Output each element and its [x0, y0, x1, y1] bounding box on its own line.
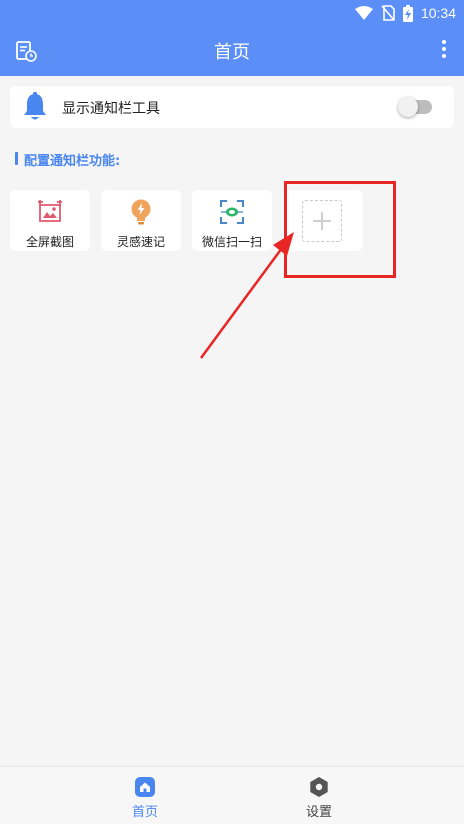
tile-fullscreen-screenshot[interactable]: 全屏截图 [10, 190, 90, 251]
more-vertical-icon[interactable] [440, 40, 448, 62]
tile-label: 微信扫一扫 [201, 235, 262, 249]
notification-toggle-row[interactable]: 显示通知栏工具 [10, 86, 454, 128]
settings-hex-icon [310, 777, 328, 797]
no-sim-icon [381, 5, 395, 21]
plus-icon [302, 200, 342, 242]
screen: 10:34 首页 显示通知栏工具 配置通知栏功能: 全屏截图 灵感速记 微信扫一… [0, 0, 464, 824]
tile-inspiration-note[interactable]: 灵感速记 [101, 190, 181, 251]
section-title: 配置通知栏功能: [24, 154, 121, 169]
screenshot-icon [38, 200, 62, 222]
notification-switch[interactable] [398, 97, 432, 117]
nav-label-home: 首页 [131, 805, 158, 820]
battery-charging-icon [402, 4, 413, 22]
notification-toggle-label: 显示通知栏工具 [62, 101, 160, 117]
tile-label: 灵感速记 [116, 235, 165, 249]
section-accent-bar [15, 152, 18, 165]
wifi-icon [354, 6, 373, 20]
add-function-button[interactable] [283, 190, 363, 251]
bell-icon [24, 92, 46, 120]
nav-item-home[interactable]: 首页 [85, 767, 205, 824]
status-time: 10:34 [420, 5, 456, 21]
status-icons: 10:34 [354, 3, 456, 23]
lightbulb-icon [131, 199, 151, 225]
wechat-scan-icon [220, 200, 244, 224]
page-title: 首页 [214, 42, 250, 63]
tile-wechat-scan[interactable]: 微信扫一扫 [192, 190, 272, 251]
switch-knob [398, 97, 418, 117]
app-bar: 首页 [0, 26, 464, 76]
home-icon [135, 777, 155, 797]
nav-item-settings[interactable]: 设置 [259, 767, 379, 824]
bottom-navigation: 首页 设置 [0, 766, 464, 824]
nav-label-settings: 设置 [305, 805, 332, 820]
status-bar: 10:34 [0, 0, 464, 26]
tile-label: 全屏截图 [25, 235, 74, 249]
